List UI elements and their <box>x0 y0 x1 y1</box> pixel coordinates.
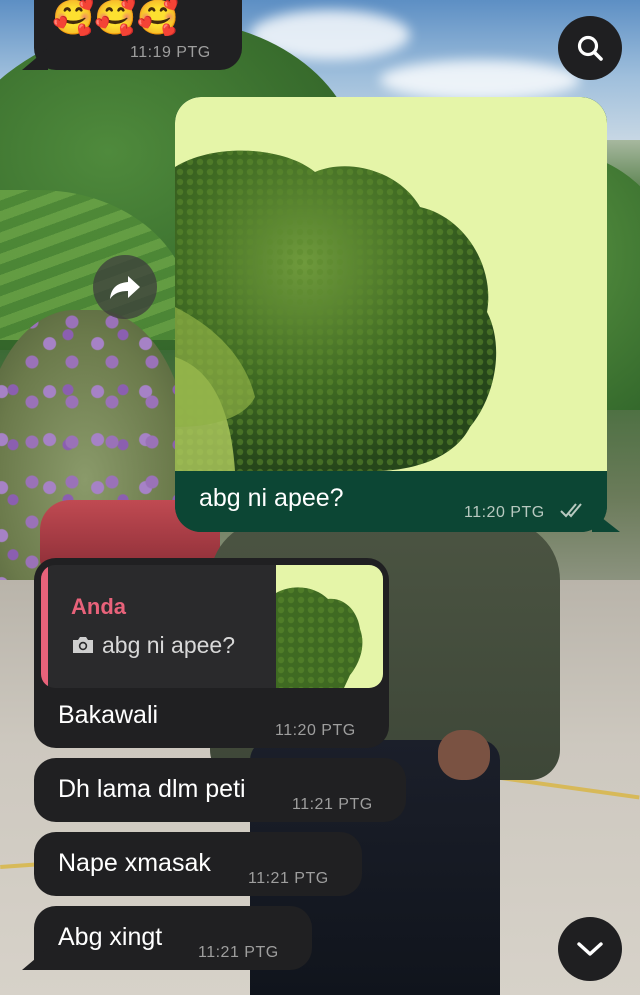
quote-accent-bar <box>41 565 48 688</box>
message-bubble-incoming[interactable]: Nape xmasak 11:21 PTG <box>34 832 362 896</box>
message-time: 11:20 PTG <box>464 504 545 521</box>
scroll-down-button[interactable] <box>558 917 622 981</box>
message-emojis: 🥰🥰🥰 <box>52 0 180 37</box>
forward-share-icon <box>108 272 142 302</box>
message-text: Dh lama dlm peti <box>58 775 246 803</box>
camera-icon <box>71 635 95 655</box>
quoted-author: Anda <box>71 594 126 619</box>
wallpaper-person-hand <box>438 730 490 780</box>
outgoing-caption-area: abg ni apee? 11:20 PTG <box>175 471 607 532</box>
broccoli-image[interactable] <box>175 97 607 471</box>
broccoli-illustration <box>175 150 497 471</box>
message-text: Abg xingt <box>58 923 163 951</box>
forward-button[interactable] <box>93 255 157 319</box>
message-time: 11:19 PTG <box>130 44 211 61</box>
message-bubble-incoming[interactable]: 🥰🥰🥰 11:19 PTG <box>34 0 242 70</box>
message-time: 11:21 PTG <box>292 796 373 813</box>
wallpaper-cloud <box>380 60 580 100</box>
search-icon <box>575 33 605 63</box>
quoted-image-thumbnail <box>276 565 383 688</box>
message-text: Nape xmasak <box>58 849 211 877</box>
message-time: 11:21 PTG <box>248 870 329 887</box>
message-time: 11:20 PTG <box>275 722 356 739</box>
broccoli-thumbnail <box>276 587 363 688</box>
search-button[interactable] <box>558 16 622 80</box>
message-caption: abg ni apee? <box>199 484 344 512</box>
message-bubble-incoming[interactable]: Abg xingt 11:21 PTG <box>34 906 312 970</box>
message-bubble-incoming[interactable]: Dh lama dlm peti 11:21 PTG <box>34 758 406 822</box>
double-check-icon <box>559 501 585 519</box>
quoted-message[interactable]: Anda abg ni apee? <box>41 565 383 688</box>
chevron-down-icon <box>576 940 604 958</box>
message-time: 11:21 PTG <box>198 944 279 961</box>
quoted-text: abg ni apee? <box>102 632 236 658</box>
message-bubble-outgoing-media[interactable]: abg ni apee? 11:20 PTG <box>175 97 607 532</box>
message-text: Bakawali <box>58 701 159 729</box>
